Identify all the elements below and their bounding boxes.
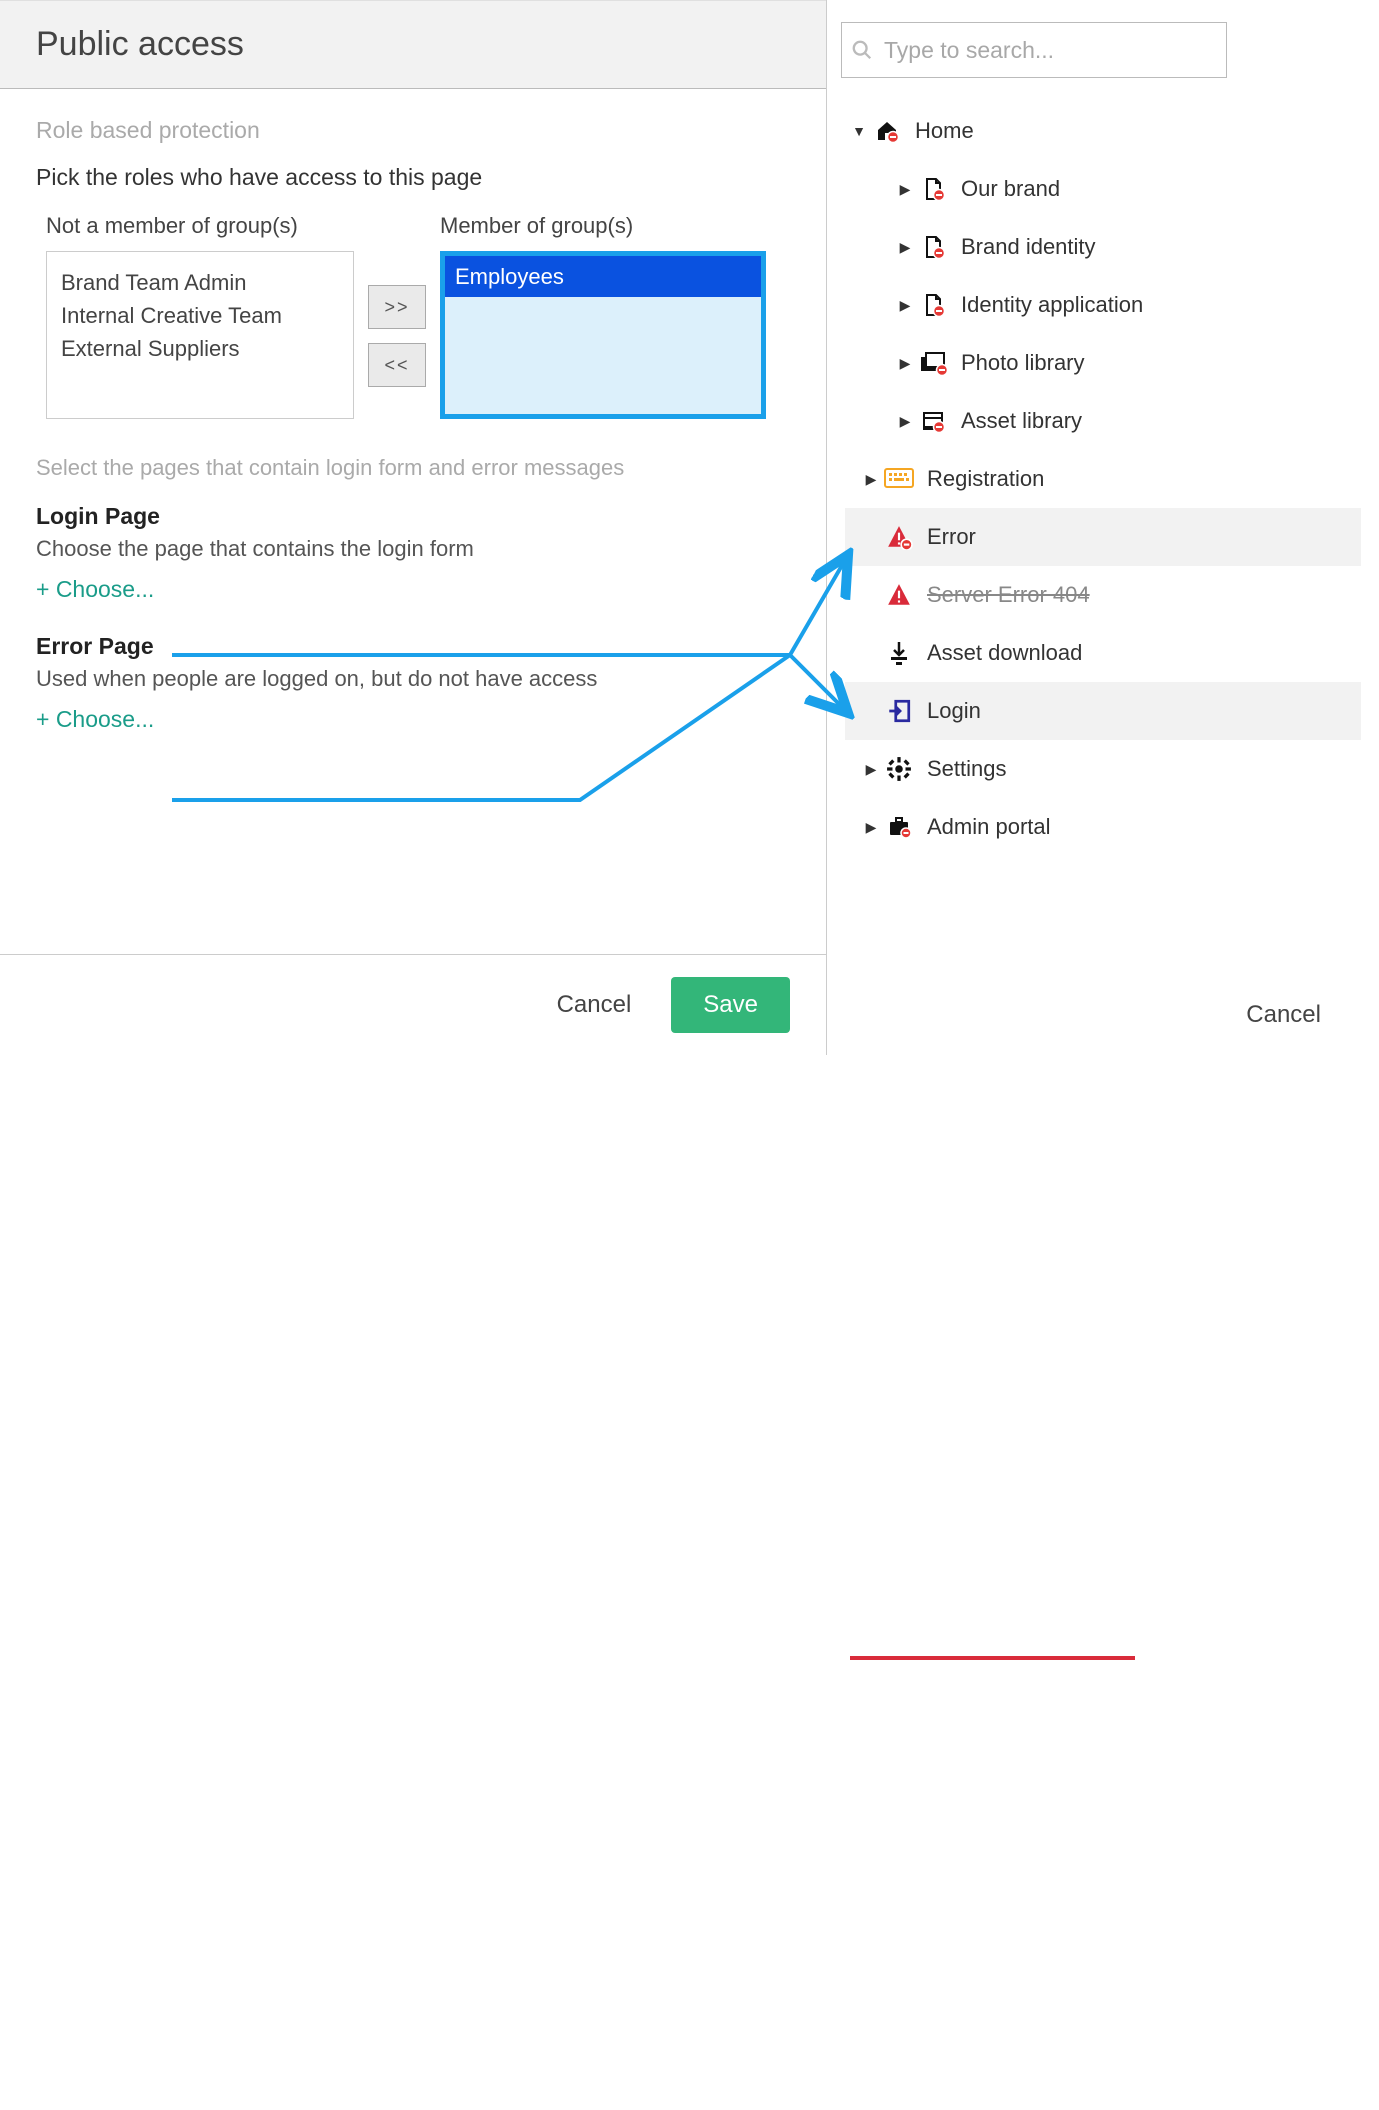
- home-icon: [869, 119, 905, 143]
- keyboard-icon: [881, 468, 917, 490]
- login-page-choose-link[interactable]: + Choose...: [36, 576, 790, 603]
- tree-item-photo-library[interactable]: ▶ Photo library: [845, 334, 1361, 392]
- tree-item-registration[interactable]: ▶ Registration: [845, 450, 1361, 508]
- warning-icon: [881, 524, 917, 550]
- tree-cancel-button[interactable]: Cancel: [1246, 1001, 1321, 1029]
- search-input[interactable]: [841, 22, 1227, 78]
- chevron-right-icon[interactable]: ▶: [861, 819, 881, 836]
- briefcase-icon: [881, 815, 917, 839]
- not-member-option[interactable]: Brand Team Admin: [61, 266, 339, 299]
- tree-item-label: Photo library: [961, 350, 1085, 376]
- page-icon: [915, 234, 951, 260]
- tree-item-error[interactable]: ▶Error: [845, 508, 1361, 566]
- not-member-option[interactable]: External Suppliers: [61, 332, 339, 365]
- photos-icon: [915, 351, 951, 375]
- page-icon: [915, 292, 951, 318]
- chevron-right-icon[interactable]: ▶: [895, 355, 915, 372]
- role-protection-heading: Role based protection: [36, 117, 790, 144]
- pages-heading: Select the pages that contain login form…: [36, 455, 790, 481]
- tree-item-label: Brand identity: [961, 234, 1096, 260]
- move-right-button[interactable]: >>: [368, 285, 426, 329]
- chevron-right-icon[interactable]: ▶: [895, 181, 915, 198]
- member-label: Member of group(s): [440, 213, 766, 239]
- page-tree: ▼ Home ▶ Our brand ▶ Brand identity ▶ Identity …: [833, 102, 1361, 985]
- move-left-button[interactable]: <<: [368, 343, 426, 387]
- chevron-down-icon[interactable]: ▼: [849, 123, 869, 139]
- chevron-right-icon[interactable]: ▶: [895, 297, 915, 314]
- tree-item-settings[interactable]: ▶ Settings: [845, 740, 1361, 798]
- tree-item-login[interactable]: ▶Login: [845, 682, 1361, 740]
- page-title: Public access: [36, 25, 790, 64]
- not-member-option[interactable]: Internal Creative Team: [61, 299, 339, 332]
- chevron-right-icon[interactable]: ▶: [895, 239, 915, 256]
- chevron-right-icon[interactable]: ▶: [861, 761, 881, 778]
- tree-item-label: Admin portal: [927, 814, 1051, 840]
- strike-annotation: [0, 1055, 1379, 2110]
- error-page-choose-link[interactable]: + Choose...: [36, 706, 790, 733]
- tree-item-label: Our brand: [961, 176, 1060, 202]
- tree-item-label: Identity application: [961, 292, 1143, 318]
- tree-item-label: Login: [927, 698, 981, 724]
- tree-item-label: Asset download: [927, 640, 1082, 666]
- chevron-right-icon[interactable]: ▶: [861, 471, 881, 488]
- error-page-title: Error Page: [36, 633, 790, 660]
- tree-item-label: Home: [915, 118, 974, 144]
- tree-item-label: Settings: [927, 756, 1007, 782]
- not-member-listbox[interactable]: Brand Team AdminInternal Creative TeamEx…: [46, 251, 354, 419]
- tree-item-asset-download[interactable]: ▶Asset download: [845, 624, 1361, 682]
- tree-item-label: Server Error 404: [927, 582, 1090, 608]
- download-icon: [881, 640, 917, 666]
- login-icon: [881, 698, 917, 724]
- not-member-label: Not a member of group(s): [46, 213, 354, 239]
- tree-item-our-brand[interactable]: ▶ Our brand: [845, 160, 1361, 218]
- member-listbox[interactable]: Employees: [440, 251, 766, 419]
- cancel-button[interactable]: Cancel: [557, 991, 632, 1019]
- login-page-title: Login Page: [36, 503, 790, 530]
- page-icon: [915, 176, 951, 202]
- library-icon: [915, 409, 951, 433]
- tree-item-label: Registration: [927, 466, 1044, 492]
- login-page-desc: Choose the page that contains the login …: [36, 536, 790, 562]
- gear-icon: [881, 756, 917, 782]
- tree-item-label: Error: [927, 524, 976, 550]
- role-instruction: Pick the roles who have access to this p…: [36, 164, 790, 191]
- tree-item-asset-library[interactable]: ▶ Asset library: [845, 392, 1361, 450]
- member-option[interactable]: Employees: [445, 256, 761, 297]
- tree-item-label: Asset library: [961, 408, 1082, 434]
- tree-item-admin-portal[interactable]: ▶ Admin portal: [845, 798, 1361, 856]
- tree-item-server-error-404[interactable]: ▶Server Error 404: [845, 566, 1361, 624]
- tree-item-brand-identity[interactable]: ▶ Brand identity: [845, 218, 1361, 276]
- warning-icon: [881, 582, 917, 608]
- save-button[interactable]: Save: [671, 977, 790, 1033]
- tree-item-home[interactable]: ▼ Home: [845, 102, 1361, 160]
- error-page-desc: Used when people are logged on, but do n…: [36, 666, 790, 692]
- tree-item-identity-application[interactable]: ▶ Identity application: [845, 276, 1361, 334]
- search-icon: [851, 39, 873, 61]
- chevron-right-icon[interactable]: ▶: [895, 413, 915, 430]
